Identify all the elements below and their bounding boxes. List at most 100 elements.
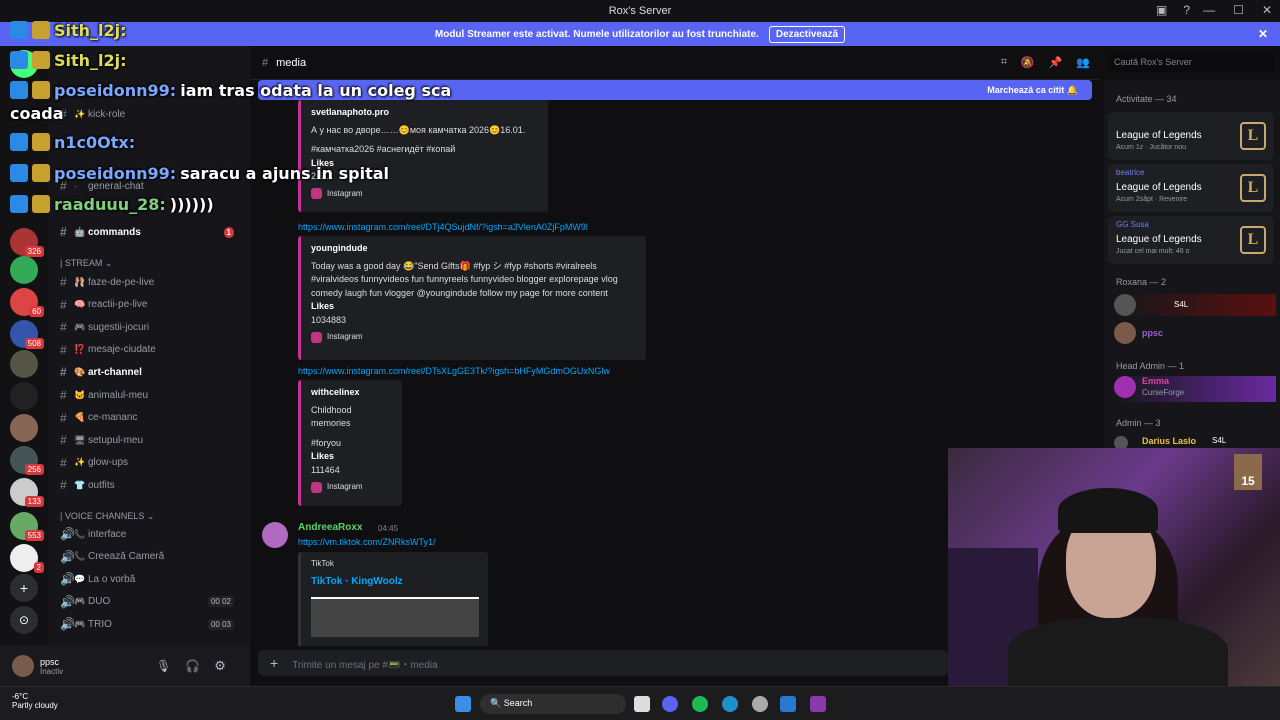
pin-icon[interactable]: 📌 (1049, 56, 1063, 69)
channel-art-channel[interactable]: # 🎨 art-channel (60, 362, 246, 382)
voice-channel[interactable]: 🔊 🎮 TRIO 00 03 (60, 614, 246, 634)
server-icon[interactable] (10, 350, 38, 378)
message-link[interactable]: https://www.instagram.com/reel/DTsXLgGE3… (298, 366, 610, 376)
members-icon[interactable]: 👥 (1076, 56, 1090, 69)
notifications-icon[interactable]: 🔕 (1021, 56, 1035, 69)
league-icon: L (1240, 174, 1266, 202)
channel-glow-ups[interactable]: # ✨ glow-ups (60, 453, 246, 473)
message-input[interactable]: Trimite un mesaj pe #📟・media (292, 656, 437, 671)
hash-icon: # (60, 365, 67, 380)
discover-icon[interactable]: ⊙ (10, 606, 38, 634)
mic-icon[interactable]: 🎙 (156, 659, 171, 673)
channel-sugestii-jocuri[interactable]: # 🎮 sugestii-jocuri (60, 317, 246, 337)
crown-icon (32, 133, 50, 151)
channel-kick-role[interactable]: # ✨ kick-role (60, 104, 246, 124)
embed-author[interactable]: youngindude (311, 242, 636, 256)
minimize-button[interactable]: — (1203, 3, 1215, 17)
crown-icon (32, 21, 50, 39)
message-composer[interactable]: + Trimite un mesaj pe #📟・media (258, 650, 948, 676)
hash-icon: # (60, 455, 67, 470)
close-banner-icon[interactable]: ✕ (1258, 27, 1268, 41)
app-icon[interactable] (810, 696, 826, 712)
channel-commands[interactable]: # 🤖 commands 1 (60, 222, 246, 242)
spotify-icon[interactable] (692, 696, 708, 712)
server-icon[interactable]: 326 (10, 228, 44, 257)
server-icon[interactable]: 508 (10, 320, 44, 349)
channel-reactii-pe-live[interactable]: # 🧠 reactii-pe-live (60, 295, 246, 315)
tiktok-embed: TikTok TikTok · KingWoolz (298, 552, 488, 646)
avatar[interactable] (262, 522, 288, 548)
app-icon[interactable] (780, 696, 796, 712)
hash-icon: # (60, 410, 67, 425)
badge-icon (10, 133, 28, 151)
task-view-icon[interactable] (634, 696, 650, 712)
hash-icon: # (60, 388, 67, 402)
activity-card[interactable]: beatrice League of Legends Acum 2săpt · Re… (1108, 164, 1274, 212)
avatar[interactable] (12, 655, 34, 677)
server-icon[interactable] (10, 382, 38, 410)
channel-faze-de-pe-live[interactable]: # 🩰 faze-de-pe-live (60, 272, 246, 292)
obs-icon[interactable] (752, 696, 768, 712)
message-link[interactable]: https://vm.tiktok.com/ZNRksWTy1/ (298, 537, 436, 547)
taskbar-search[interactable]: 🔍 Search (480, 694, 626, 714)
activity-card[interactable]: League of Legends Acum 1z · Jucător nou L (1108, 112, 1274, 160)
maximize-button[interactable]: ☐ (1233, 3, 1244, 17)
category-stream[interactable]: | STREAM ⌄ (60, 258, 112, 269)
avatar (1114, 322, 1136, 344)
speaker-icon: 🔊 (60, 572, 75, 587)
help-icon[interactable]: ? (1183, 3, 1190, 17)
threads-icon[interactable]: ⌗ (1001, 56, 1007, 69)
channel-animalul-meu[interactable]: # 🐱 animalul-meu (60, 385, 246, 405)
embed-author[interactable]: svetlanaphoto.pro (311, 106, 538, 120)
edge-icon[interactable] (722, 696, 738, 712)
close-button[interactable]: ✕ (1262, 3, 1272, 17)
inbox-icon[interactable]: ▣ (1156, 3, 1167, 17)
user-count: 00 03 (207, 618, 234, 630)
category-voice[interactable]: | VOICE CHANNELS ⌄ (60, 511, 154, 522)
activity-card[interactable]: GG Susa League of Legends Jucat cel mai mu… (1108, 216, 1274, 264)
mark-read-button[interactable]: Marchează ca citit (987, 85, 1064, 95)
server-icon[interactable] (10, 256, 38, 284)
member-item[interactable]: Emma CurseForge (1114, 376, 1276, 402)
message-author[interactable]: AndreeaRoxx (298, 522, 362, 533)
server-icon[interactable]: 60 (10, 288, 44, 317)
add-attachment-icon[interactable]: + (270, 655, 278, 671)
channel-mesaje-ciudate[interactable]: # ⁉️ mesaje-ciudate (60, 340, 246, 360)
server-icon[interactable]: 553 (10, 512, 44, 541)
embed-author[interactable]: withcelinex (311, 386, 392, 400)
embed-title[interactable]: TikTok · KingWoolz (311, 574, 478, 589)
activity-header[interactable]: Activitate — 34 (1116, 94, 1177, 104)
member-item[interactable]: ppsc (1114, 322, 1276, 344)
hash-icon: # (60, 342, 67, 357)
headphones-icon[interactable]: 🎧 (185, 659, 200, 673)
overlay-chat-line: n1c0Otx: (10, 130, 139, 154)
embed-thumbnail[interactable] (311, 597, 479, 637)
activity-sub: Acum 1z · Jucător nou (1116, 144, 1187, 151)
voice-channel[interactable]: 🔊 🎮 DUO 00 02 (60, 592, 246, 612)
server-icon[interactable] (10, 414, 38, 442)
member-item[interactable]: S4L (1114, 294, 1276, 316)
server-icon[interactable]: 133 (10, 478, 44, 507)
weather-widget[interactable]: -6°C Partly cloudy (12, 692, 58, 710)
channel-setupul-meu[interactable]: # 🖥 setupul-meu (60, 430, 246, 450)
message-link[interactable]: https://www.instagram.com/reel/DTj4QSujd… (298, 222, 588, 232)
add-server-icon[interactable]: + (10, 574, 38, 602)
voice-channel[interactable]: 🔊 💬 La o vorbă (60, 569, 246, 589)
speaker-icon: 🔊 (60, 549, 75, 564)
server-icon[interactable]: 256 (10, 446, 44, 475)
discord-icon[interactable] (662, 696, 678, 712)
disable-streamer-button[interactable]: Dezactivează (768, 25, 846, 43)
voice-channel[interactable]: 🔊 📞 interface (60, 524, 246, 544)
user-status: Inactiv (40, 666, 64, 676)
channel-ce-mananc[interactable]: # 🍕 ce-mananc (60, 408, 246, 428)
channel-outfits[interactable]: # 👕 outfits (60, 475, 246, 495)
overlay-chat-line: raaduuu_28:)))))) (10, 192, 214, 216)
overlay-chat-line: coada (10, 103, 64, 123)
voice-channel[interactable]: 🔊 📞 Creează Cameră (60, 547, 246, 567)
embed-provider: TikTok (311, 559, 334, 568)
embed-footer: Instagram (327, 482, 363, 491)
windows-start-icon[interactable] (455, 696, 471, 712)
settings-gear-icon[interactable]: ⚙ (214, 658, 226, 674)
search-input[interactable]: Caută Rox's Server (1108, 52, 1274, 72)
server-icon[interactable]: 2 (10, 544, 44, 573)
